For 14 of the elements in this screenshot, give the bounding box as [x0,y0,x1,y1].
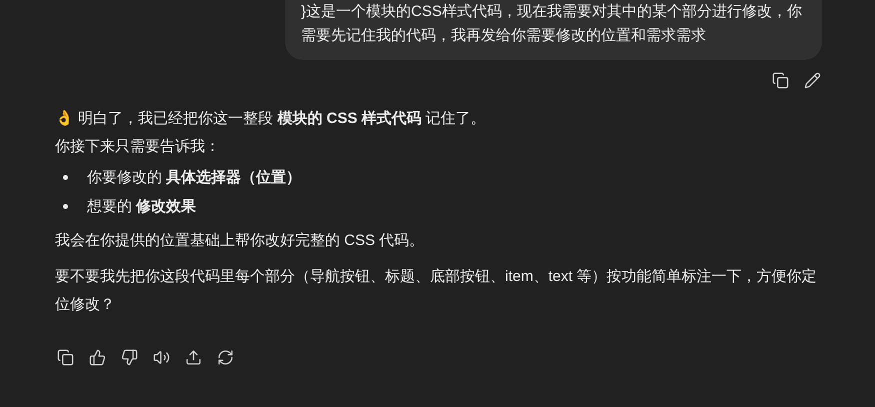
reply-paragraph: 要不要我先把你这段代码里每个部分（导航按钮、标题、底部按钮、item、text 等）按功能简单标注一下，方便你定位修改？ [55,267,818,315]
edit-button[interactable] [802,70,822,90]
bullet-dot [63,175,68,180]
reply-paragraph: 👌 明白了，我已经把你这一整段 模块的 CSS 样式代码 记住了。 [55,109,487,129]
copy-button[interactable] [55,347,75,367]
bullet-text: 想要的 修改效果 [87,197,196,217]
user-message-text: }这是一个模块的CSS样式代码，现在我需要对其中的某个部分进行修改，你需要先记住我的代码，我再发给你需要修改的位置和需求需求 [301,3,802,44]
dislike-button[interactable] [119,347,139,367]
bullet-dot [63,204,68,209]
bullet-text: 你要修改的 具体选择器（位置） [87,168,302,188]
reply-paragraph: 我会在你提供的位置基础上帮你改好完整的 CSS 代码。 [55,231,426,251]
copy-button[interactable] [770,70,790,90]
like-button[interactable] [87,347,107,367]
reply-paragraph: 你接下来只需要告诉我： [55,137,221,157]
